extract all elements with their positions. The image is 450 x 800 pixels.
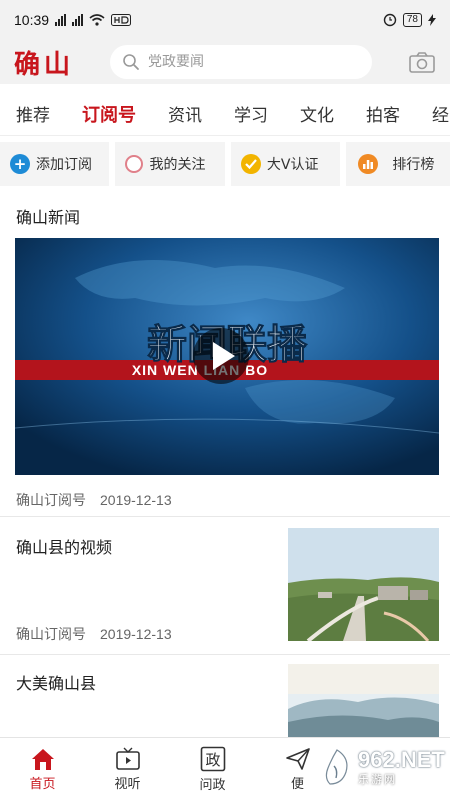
watermark: 962.NET 乐游网 bbox=[320, 742, 446, 794]
my-follows-button[interactable]: 我的关注 bbox=[115, 142, 225, 186]
ranking-label: 排行榜 bbox=[392, 157, 435, 173]
watermark-sub: 乐游网 bbox=[358, 773, 397, 786]
ranking-button[interactable]: 排行榜 bbox=[346, 142, 450, 186]
tv-icon bbox=[115, 747, 140, 770]
my-follows-label: 我的关注 bbox=[149, 157, 206, 173]
date-label: 2019-12-13 bbox=[100, 492, 172, 508]
app-logo: 确山 bbox=[14, 49, 75, 80]
nav-home-label: 首页 bbox=[29, 776, 56, 792]
subscription-actions: + 添加订阅 我的关注 大V认证 排行榜 bbox=[0, 142, 450, 186]
search-input[interactable] bbox=[148, 54, 348, 70]
battery-indicator: 78 bbox=[402, 13, 422, 27]
check-badge-icon bbox=[240, 154, 261, 174]
item-meta: 确山订阅号 2019-12-13 bbox=[16, 624, 172, 644]
status-time: 10:39 bbox=[14, 12, 50, 28]
play-icon[interactable] bbox=[193, 328, 249, 384]
charging-icon bbox=[428, 14, 436, 26]
nav-inquiry-label: 问政 bbox=[199, 777, 226, 793]
nav-convenience-label: 便 bbox=[290, 776, 304, 792]
item-thumbnail bbox=[288, 528, 439, 641]
item-title: 大美确山县 bbox=[16, 674, 97, 693]
ring-icon bbox=[125, 155, 144, 173]
search-icon bbox=[123, 54, 139, 70]
tab-news[interactable]: 资讯 bbox=[168, 101, 202, 126]
status-right: 78 bbox=[383, 13, 436, 27]
nav-inquiry[interactable]: 政 问政 bbox=[170, 738, 255, 800]
video-thumbnail: 新闻联播 XIN WEN LIAN BO bbox=[15, 238, 439, 475]
status-bar: 10:39 78 bbox=[0, 0, 450, 40]
item-title: 确山县的视频 bbox=[16, 538, 113, 557]
status-icons bbox=[55, 14, 132, 26]
video-player[interactable]: 新闻联播 XIN WEN LIAN BO bbox=[15, 238, 439, 475]
category-tabs: 推荐 订阅号 资讯 学习 文化 拍客 经 bbox=[0, 92, 450, 136]
source-label: 确山订阅号 bbox=[16, 627, 86, 643]
date-label: 2019-12-13 bbox=[100, 626, 172, 642]
app-header: 确山 bbox=[0, 40, 450, 84]
add-subscription-label: 添加订阅 bbox=[36, 157, 92, 173]
send-icon bbox=[285, 747, 310, 770]
tab-culture[interactable]: 文化 bbox=[300, 101, 334, 126]
add-subscription-button[interactable]: + 添加订阅 bbox=[0, 142, 110, 186]
video-meta: 确山订阅号 2019-12-13 bbox=[16, 490, 172, 510]
section-title: 确山新闻 bbox=[16, 208, 81, 227]
search-bar[interactable] bbox=[110, 45, 372, 79]
watermark-logo-icon bbox=[325, 749, 348, 785]
tab-economy[interactable]: 经 bbox=[432, 101, 449, 126]
plus-circle-icon: + bbox=[10, 154, 30, 174]
bigv-certification-button[interactable]: 大V认证 bbox=[230, 142, 341, 186]
nav-audiovisual-label: 视听 bbox=[114, 776, 141, 792]
zheng-icon: 政 bbox=[200, 746, 225, 771]
item-thumbnail bbox=[288, 664, 439, 737]
svg-text:政: 政 bbox=[205, 751, 220, 769]
source-label: 确山订阅号 bbox=[16, 493, 86, 509]
divider bbox=[0, 654, 450, 655]
tab-subscriptions[interactable]: 订阅号 bbox=[82, 101, 136, 127]
divider bbox=[0, 516, 450, 517]
hd-icon bbox=[111, 14, 132, 26]
tab-photographer[interactable]: 拍客 bbox=[366, 101, 400, 126]
tab-recommend[interactable]: 推荐 bbox=[16, 101, 50, 126]
watermark-brand: 962.NET bbox=[358, 747, 445, 772]
signal-icon bbox=[55, 14, 67, 26]
signal-icon bbox=[72, 14, 84, 26]
home-icon bbox=[31, 748, 54, 770]
bar-chart-icon bbox=[358, 154, 379, 174]
tab-study[interactable]: 学习 bbox=[234, 101, 268, 126]
alarm-icon bbox=[383, 13, 397, 27]
nav-home[interactable]: 首页 bbox=[0, 738, 85, 800]
nav-audiovisual[interactable]: 视听 bbox=[85, 738, 170, 800]
wifi-icon bbox=[89, 14, 105, 26]
bigv-certification-label: 大V认证 bbox=[266, 157, 319, 173]
camera-icon[interactable] bbox=[408, 50, 436, 74]
